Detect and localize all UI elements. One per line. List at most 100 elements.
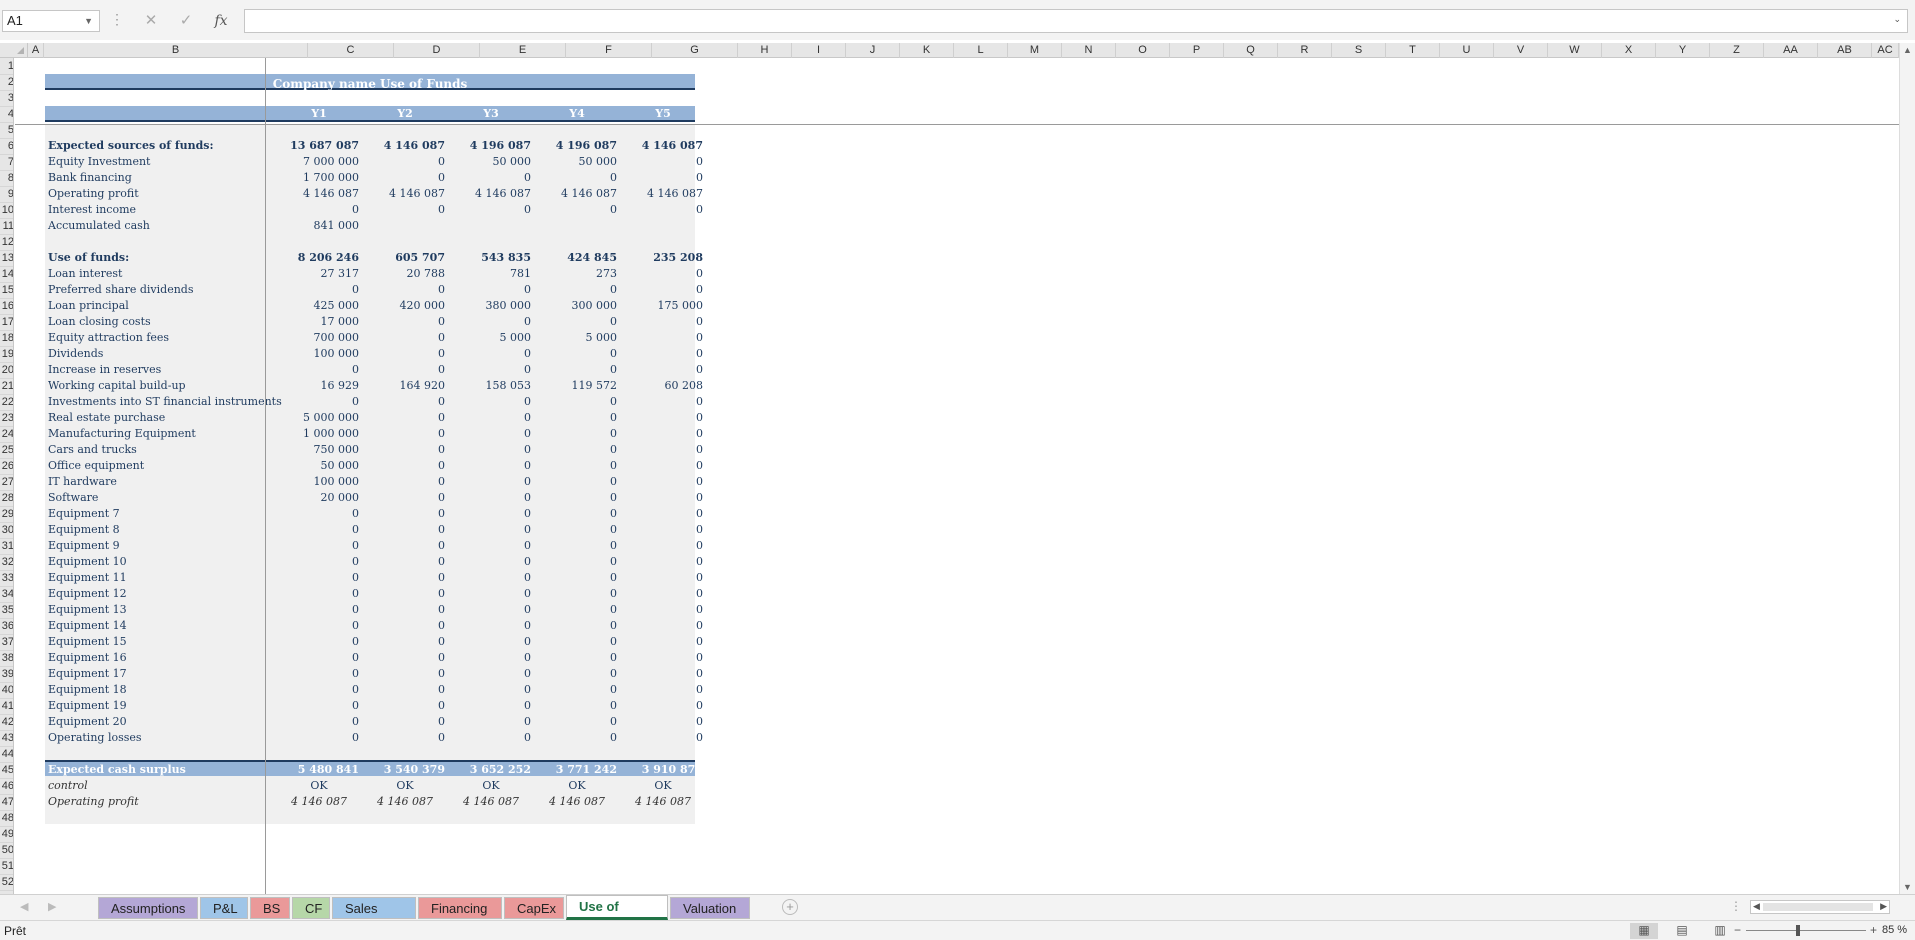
year-header[interactable]: Y4 [537,106,617,122]
value-cell[interactable]: 0 [279,538,359,554]
add-sheet-icon[interactable]: + [782,899,798,915]
value-cell[interactable]: 0 [365,538,445,554]
control-value[interactable]: OK [279,778,359,794]
value-cell[interactable]: 119 572 [537,378,618,394]
row-label[interactable]: Operating losses [48,730,142,746]
row-header[interactable]: 23 [0,410,13,427]
value-cell[interactable]: 0 [537,394,617,410]
surplus-value[interactable]: 3 652 252 [451,762,531,778]
control-value[interactable]: OK [537,778,617,794]
value-cell[interactable]: 750 000 [279,442,360,458]
value-cell[interactable]: 0 [365,458,445,474]
cancel-icon[interactable]: ✕ [138,9,164,33]
value-cell[interactable]: 0 [279,730,359,746]
column-header[interactable]: AA [1764,43,1818,58]
normal-view-icon[interactable]: ▦ [1630,923,1658,939]
value-cell[interactable]: 0 [623,522,703,538]
value-cell[interactable]: 0 [451,714,531,730]
surplus-label[interactable]: Expected cash surplus [48,762,186,778]
value-cell[interactable]: 0 [451,650,531,666]
value-cell[interactable]: 5 000 [537,330,618,346]
column-header[interactable]: G [652,43,738,58]
value-cell[interactable]: 0 [623,426,703,442]
row-header[interactable]: 39 [0,666,13,683]
value-cell[interactable]: 0 [537,426,617,442]
row-header[interactable]: 49 [0,826,13,843]
value-cell[interactable]: 0 [365,170,445,186]
column-header[interactable]: O [1116,43,1170,58]
value-cell[interactable]: 0 [279,570,359,586]
row-label[interactable]: Working capital build-up [48,378,186,394]
value-cell[interactable]: 0 [623,314,703,330]
value-cell[interactable]: 0 [623,490,703,506]
value-cell[interactable]: 0 [451,570,531,586]
column-header[interactable]: AC [1872,43,1899,58]
value-cell[interactable]: 0 [365,650,445,666]
row-header[interactable]: 36 [0,618,13,635]
value-cell[interactable]: 0 [537,682,617,698]
value-cell[interactable]: 0 [623,154,703,170]
value-cell[interactable]: 27 317 [279,266,360,282]
row-header[interactable]: 35 [0,602,13,619]
row-label[interactable]: Equipment 11 [48,570,127,586]
year-header[interactable]: Y5 [623,106,703,122]
value-cell[interactable]: 0 [365,602,445,618]
value-cell[interactable]: 175 000 [623,298,704,314]
value-cell[interactable]: 0 [623,730,703,746]
column-header[interactable]: Z [1710,43,1764,58]
column-header[interactable]: A [28,43,44,58]
value-cell[interactable]: 8 206 246 [279,250,359,266]
value-cell[interactable]: 0 [451,522,531,538]
value-cell[interactable]: 0 [623,266,703,282]
row-label[interactable]: Preferred share dividends [48,282,193,298]
row-label[interactable]: Loan interest [48,266,122,282]
column-header[interactable]: B [44,43,308,58]
value-cell[interactable]: 0 [365,282,445,298]
row-header[interactable]: 33 [0,570,13,587]
row-header[interactable]: 4 [0,106,13,123]
value-cell[interactable]: 0 [537,202,617,218]
scroll-thumb[interactable] [1763,903,1873,911]
value-cell[interactable]: 0 [451,554,531,570]
row-label[interactable]: Office equipment [48,458,144,474]
page-layout-icon[interactable]: ▤ [1668,923,1696,939]
row-header[interactable]: 5 [0,122,13,139]
row-header[interactable]: 15 [0,282,13,299]
year-header[interactable]: Y3 [451,106,531,122]
row-header[interactable]: 30 [0,522,13,539]
row-label[interactable]: Equity attraction fees [48,330,169,346]
row-header[interactable]: 19 [0,346,13,363]
opcheck-value[interactable]: 4 146 087 [537,794,617,810]
row-label[interactable]: Equipment 17 [48,666,127,682]
row-header[interactable]: 42 [0,714,13,731]
column-header[interactable]: N [1062,43,1116,58]
value-cell[interactable]: 0 [623,506,703,522]
column-header[interactable]: P [1170,43,1224,58]
value-cell[interactable]: 0 [537,314,617,330]
row-label[interactable]: Bank financing [48,170,132,186]
scroll-up-icon[interactable]: ▲ [1903,45,1912,55]
name-box[interactable]: A1 ▼ [2,10,100,32]
value-cell[interactable]: 20 788 [365,266,446,282]
value-cell[interactable]: 5 000 [451,330,532,346]
column-header[interactable]: T [1386,43,1440,58]
value-cell[interactable]: 0 [451,410,531,426]
row-header[interactable]: 45 [0,762,13,779]
tab-3[interactable]: CF [292,897,330,919]
value-cell[interactable]: 0 [623,570,703,586]
value-cell[interactable]: 0 [279,522,359,538]
value-cell[interactable]: 0 [623,586,703,602]
value-cell[interactable]: 273 [537,266,617,282]
value-cell[interactable]: 164 920 [365,378,446,394]
value-cell[interactable]: 0 [537,730,617,746]
value-cell[interactable]: 0 [279,554,359,570]
zoom-slider-thumb[interactable] [1796,925,1800,936]
value-cell[interactable]: 0 [537,570,617,586]
value-cell[interactable]: 4 146 087 [451,186,531,202]
enter-icon[interactable]: ✓ [173,9,199,33]
value-cell[interactable]: 0 [623,714,703,730]
row-label[interactable]: Real estate purchase [48,410,165,426]
row-header[interactable]: 18 [0,330,13,347]
value-cell[interactable]: 0 [537,474,617,490]
value-cell[interactable]: 4 196 087 [451,138,531,154]
